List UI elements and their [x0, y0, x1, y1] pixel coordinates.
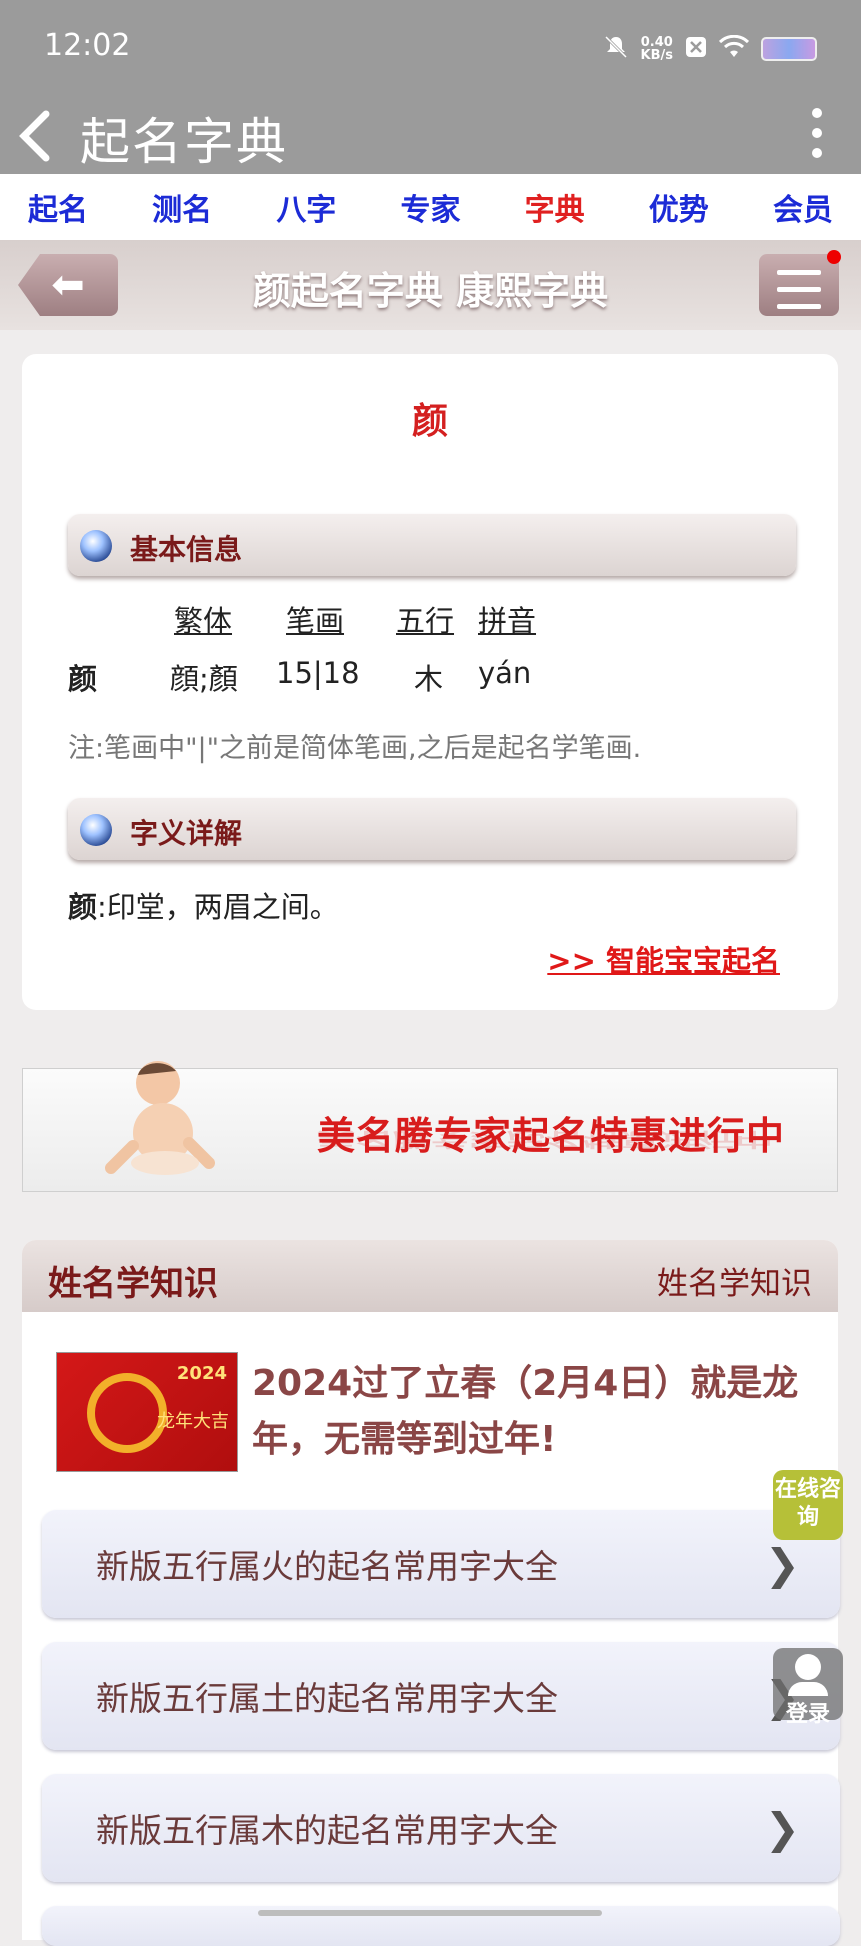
thumb-caption: 龙年大吉: [157, 1411, 229, 1432]
close-box-icon: [685, 36, 707, 62]
nav-item-zidian[interactable]: 字典: [525, 185, 585, 229]
stroke-note: 注:笔画中"|"之前是简体笔画,之后是起名学笔画.: [68, 733, 642, 764]
page-title: 颜起名字典 康熙字典: [252, 269, 609, 313]
consult-label: 在线咨询: [774, 1477, 841, 1530]
section-header-meaning: 字义详解: [68, 798, 796, 860]
user-icon: [795, 1654, 821, 1680]
more-menu-icon[interactable]: [807, 102, 827, 168]
section-label: 字义详解: [130, 817, 243, 850]
meaning-text: 颜:印堂，两眉之间。: [68, 890, 339, 924]
page-title-bar: ⬅ 颜起名字典 康熙字典: [0, 240, 861, 330]
knowledge-more-link[interactable]: 姓名学知识: [657, 1258, 812, 1303]
nav-item-youshi[interactable]: 优势: [649, 185, 709, 229]
list-item[interactable]: 新版五行属木的起名常用字大全 ❯: [42, 1774, 840, 1882]
section-header-basic: 基本信息: [68, 514, 796, 576]
nav-item-huiyuan[interactable]: 会员: [773, 185, 833, 229]
nav-item-ceming[interactable]: 测名: [152, 185, 212, 229]
section-label: 基本信息: [130, 533, 243, 566]
yin-yang-icon: [80, 814, 112, 846]
knowledge-title: 姓名学知识: [48, 1264, 218, 1304]
header-pinyin: 拼音: [478, 604, 537, 638]
row-strokes: 15|18: [276, 656, 360, 690]
header-traditional: 繁体: [174, 604, 233, 638]
nav-item-bazi[interactable]: 八字: [276, 185, 336, 229]
row-character: 颜: [68, 662, 98, 696]
online-consult-button[interactable]: 在线咨询: [773, 1470, 843, 1540]
banner-text-reflection: 美名腾专家起名特惠进行中: [317, 1128, 774, 1151]
row-pinyin: yán: [478, 656, 532, 690]
list-item-label: 新版五行属木的起名常用字大全: [96, 1811, 558, 1850]
knowledge-header: 姓名学知识 姓名学知识: [22, 1240, 838, 1312]
home-indicator[interactable]: [258, 1910, 602, 1916]
app-title: 起名字典: [80, 113, 288, 171]
chevron-right-icon: ❯: [764, 1540, 800, 1589]
nav-item-qiming[interactable]: 起名: [28, 185, 88, 229]
promo-banner[interactable]: 美名腾专家起名特惠进行中 美名腾专家起名特惠进行中: [22, 1061, 838, 1192]
battery-icon: [761, 37, 817, 61]
chevron-right-icon: ❯: [764, 1804, 800, 1853]
smart-naming-link[interactable]: >> 智能宝宝起名: [547, 938, 780, 980]
wifi-icon: [718, 34, 750, 63]
hamburger-menu-button[interactable]: [759, 250, 841, 316]
row-wuxing: 木: [414, 662, 444, 696]
notification-dot: [827, 250, 841, 264]
nav-item-zhuanjia[interactable]: 专家: [400, 185, 460, 229]
status-bar: 12:02 0.40 KB/s: [0, 0, 861, 100]
list-item-label: 新版五行属火的起名常用字大全: [96, 1547, 558, 1586]
list-item[interactable]: 新版五行属土的起名常用字大全 ❯: [42, 1642, 840, 1750]
dragon-year-thumbnail[interactable]: 2024 龙年大吉: [56, 1352, 238, 1472]
list-item[interactable]: 新版五行属火的起名常用字大全 ❯: [42, 1510, 840, 1618]
login-button[interactable]: 登录: [773, 1648, 843, 1727]
header-wuxing: 五行: [396, 604, 455, 638]
dictionary-card: 颜 基本信息 繁体 笔画 五行 拼音 颜 顔;顏 15|18 木 yán 注:笔…: [22, 354, 838, 1010]
login-label: 登录: [785, 1702, 830, 1727]
list-item-label: 新版五行属土的起名常用字大全: [96, 1679, 558, 1718]
header-strokes: 笔画: [286, 604, 345, 638]
mute-bell-icon: [603, 34, 629, 64]
row-traditional: 顔;顏: [170, 662, 238, 696]
featured-article-title[interactable]: 2024过了立春（2月4日）就是龙年，无需等到过年!: [252, 1356, 812, 1468]
network-speed: 0.40 KB/s: [640, 35, 673, 63]
app-bar: 起名字典: [0, 100, 861, 174]
baby-image: [105, 1061, 215, 1175]
knowledge-section: 姓名学知识 姓名学知识 2024 龙年大吉 2024过了立春（2月4日）就是龙年…: [22, 1240, 840, 1946]
thumb-year: 2024: [176, 1363, 227, 1384]
status-icons: 0.40 KB/s: [603, 34, 817, 64]
entry-character: 颜: [411, 401, 448, 442]
dragon-icon: [87, 1373, 167, 1453]
yin-yang-icon: [80, 530, 112, 562]
status-time: 12:02: [44, 28, 131, 63]
top-nav: 起名 测名 八字 专家 字典 优势 会员: [0, 174, 861, 240]
back-arrow-icon[interactable]: [16, 106, 66, 166]
